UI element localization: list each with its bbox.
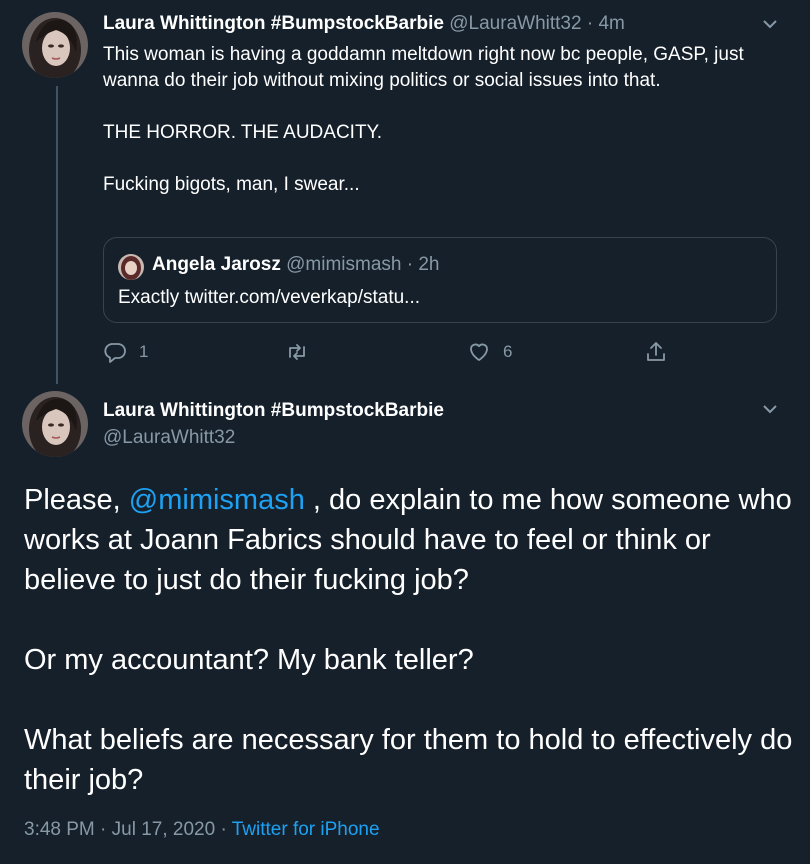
- retweet-button[interactable]: [285, 340, 309, 364]
- author-name[interactable]: Laura Whittington #BumpstockBarbie: [103, 13, 444, 34]
- quote-header: Angela Jarosz @mimismash · 2h: [152, 254, 440, 276]
- tweet-paragraph: Or my accountant? My bank teller?: [24, 644, 474, 676]
- separator-dot: ·: [586, 13, 594, 34]
- separator-dot: ·: [406, 254, 414, 275]
- tweet-text: Please, @mimismash , do explain to me ho…: [24, 480, 794, 840]
- tweet-footer: 3:48 PM · Jul 17, 2020 · Twitter for iPh…: [24, 819, 380, 841]
- quote-text: Exactly twitter.com/veverkap/statu...: [118, 287, 420, 308]
- tweet-text: This woman is having a goddamn meltdown …: [103, 44, 744, 195]
- avatar[interactable]: [22, 391, 88, 457]
- reply-icon: [104, 343, 126, 363]
- tweet-paragraph: What beliefs are necessary for them to h…: [24, 724, 793, 796]
- separator-dot: ·: [220, 819, 227, 840]
- quoted-tweet[interactable]: Angela Jarosz @mimismash · 2h Exactly tw…: [103, 237, 777, 323]
- reply-button[interactable]: 1: [103, 340, 148, 364]
- like-count: 6: [503, 342, 513, 361]
- avatar[interactable]: [22, 12, 88, 78]
- like-button[interactable]: 6: [467, 340, 512, 364]
- tweet-header: Laura Whittington #BumpstockBarbie @Laur…: [103, 13, 625, 35]
- retweet-icon: [289, 344, 305, 360]
- quote-author-handle: @mimismash: [286, 254, 402, 275]
- thread-line: [56, 86, 58, 384]
- tweet-paragraph: Please, @mimismash , do explain to me ho…: [24, 480, 794, 600]
- share-button[interactable]: [644, 340, 668, 364]
- mention-link[interactable]: @mimismash: [129, 484, 305, 516]
- heart-icon: [470, 343, 488, 361]
- author-handle[interactable]: @LauraWhitt32: [103, 427, 235, 449]
- tweet-actions: 1 6: [103, 340, 683, 366]
- tweet-time[interactable]: 4m: [598, 13, 624, 34]
- quote-avatar: [118, 254, 144, 280]
- quote-author-name: Angela Jarosz: [152, 254, 281, 275]
- chevron-down-icon[interactable]: [763, 404, 777, 414]
- share-icon: [647, 342, 665, 361]
- reply-count: 1: [139, 342, 149, 361]
- author-handle[interactable]: @LauraWhitt32: [449, 13, 581, 34]
- source-link[interactable]: Twitter for iPhone: [232, 819, 380, 840]
- tweet-timestamp[interactable]: 3:48 PM · Jul 17, 2020: [24, 819, 215, 840]
- chevron-down-icon[interactable]: [763, 19, 777, 29]
- text-segment: Please,: [24, 484, 129, 516]
- quote-time: 2h: [418, 254, 440, 275]
- author-name[interactable]: Laura Whittington #BumpstockBarbie: [103, 400, 444, 422]
